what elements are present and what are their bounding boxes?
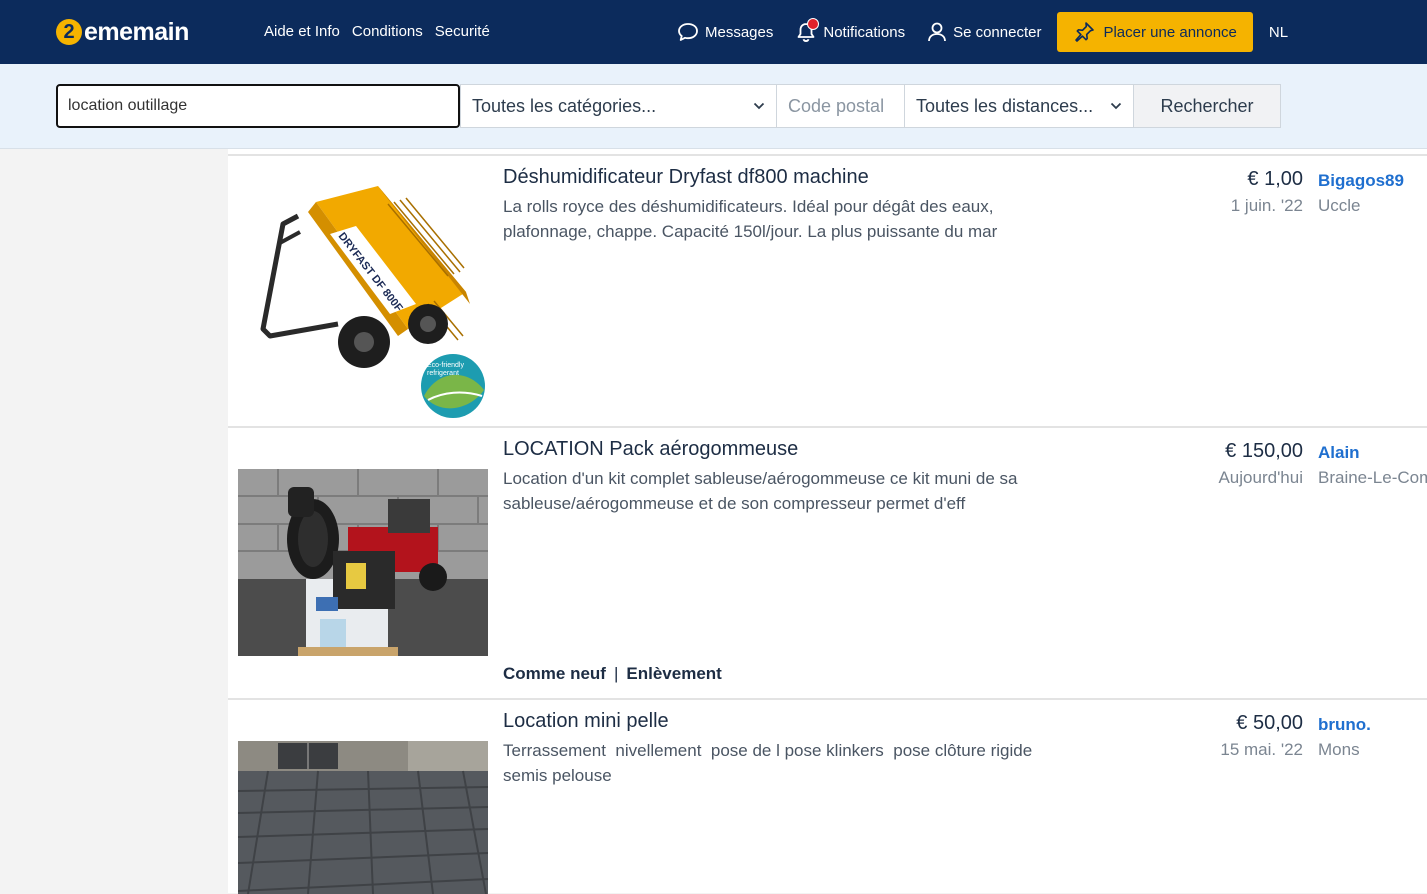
dehumidifier-image: DRYFAST DF 800F Eco-friendly refrigerant xyxy=(260,186,485,418)
listing-title[interactable]: LOCATION Pack aérogommeuse xyxy=(503,438,798,461)
site-logo[interactable]: 2 ememain xyxy=(56,15,189,49)
postal-code-placeholder: Code postal xyxy=(788,95,885,116)
aerogommeuse-image xyxy=(238,469,488,656)
listing-title[interactable]: Déshumidificateur Dryfast df800 machine xyxy=(503,166,869,189)
postal-code-input[interactable]: Code postal xyxy=(776,84,905,128)
tag-separator: | xyxy=(613,664,619,683)
notifications-label: Notifications xyxy=(823,23,906,41)
listing-price: € 50,00 xyxy=(1236,712,1303,734)
messages-link[interactable]: Messages xyxy=(677,22,773,42)
listing-location: Braine-Le-Comte xyxy=(1318,468,1427,487)
place-ad-label: Placer une annonce xyxy=(1103,23,1237,41)
listing-description: Terrassement nivellement pose de l pose … xyxy=(503,741,1042,785)
listing-tags: Comme neuf | Enlèvement xyxy=(503,664,722,684)
listing-image-mini-pelle[interactable] xyxy=(238,741,488,894)
search-button[interactable]: Rechercher xyxy=(1133,84,1281,128)
category-select[interactable]: Toutes les catégories... xyxy=(460,84,777,128)
listing-price: € 150,00 xyxy=(1225,440,1303,462)
left-sidebar xyxy=(0,149,228,893)
user-icon xyxy=(928,22,946,42)
listing-location: Uccle xyxy=(1318,196,1361,215)
language-switch[interactable]: NL xyxy=(1269,24,1288,41)
listing-card-mini-pelle[interactable]: Location mini pelle Terrassement nivelle… xyxy=(228,699,1427,894)
listing-seller[interactable]: bruno. xyxy=(1318,715,1371,735)
nav-security[interactable]: Securité xyxy=(435,23,490,40)
listing-date: Aujourd'hui xyxy=(1218,468,1303,487)
pin-icon xyxy=(1075,22,1095,42)
listing-description: Location d'un kit complet sableuse/aérog… xyxy=(503,469,1018,513)
logo-mark: 2 xyxy=(56,19,82,45)
bell-icon xyxy=(795,18,820,43)
category-select-value: Toutes les catégories... xyxy=(472,95,657,116)
nav-links: Aide et Info Conditions Securité xyxy=(264,23,490,40)
notifications-link[interactable]: Notifications xyxy=(795,18,906,43)
login-link[interactable]: Se connecter xyxy=(927,21,1041,43)
listing-title[interactable]: Location mini pelle xyxy=(503,710,669,733)
listing-seller[interactable]: Bigagos89 xyxy=(1318,171,1404,191)
tag-delivery: Enlèvement xyxy=(626,664,722,683)
listing-card-aerogommeuse[interactable]: LOCATION Pack aérogommeuse Location d'un… xyxy=(228,427,1427,699)
distance-select[interactable]: Toutes les distances... xyxy=(904,84,1134,128)
eco-badge-line2: refrigerant xyxy=(427,370,459,377)
listing-price: € 1,00 xyxy=(1247,168,1303,190)
listing-seller[interactable]: Alain xyxy=(1318,443,1360,463)
nav-right: Messages Notifications Se connecter Plac… xyxy=(677,0,1288,64)
listing-list: DRYFAST DF 800F Eco-friendly refrigerant… xyxy=(228,149,1427,894)
logo-text: ememain xyxy=(84,17,189,46)
eco-badge-line1: Eco-friendly xyxy=(427,362,464,369)
messages-label: Messages xyxy=(705,23,774,41)
distance-select-value: Toutes les distances... xyxy=(916,95,1094,116)
listing-location: Mons xyxy=(1318,740,1360,759)
nav-conditions[interactable]: Conditions xyxy=(352,23,423,40)
listing-image-aerogommeuse[interactable] xyxy=(238,469,488,656)
top-navbar: 2 ememain Aide et Info Conditions Securi… xyxy=(0,0,1427,64)
listing-description: La rolls royce des déshumidificateurs. I… xyxy=(503,197,998,241)
chevron-down-icon xyxy=(753,102,765,110)
search-bar: Toutes les catégories... Code postal Tou… xyxy=(0,64,1427,149)
nav-help[interactable]: Aide et Info xyxy=(264,23,340,40)
tag-condition: Comme neuf xyxy=(503,664,606,683)
chat-bubble-icon xyxy=(678,23,698,41)
listing-date: 15 mai. '22 xyxy=(1220,740,1303,759)
notification-dot xyxy=(807,18,820,30)
listing-image-dehumidifier[interactable]: DRYFAST DF 800F Eco-friendly refrigerant xyxy=(238,164,488,420)
chevron-down-icon xyxy=(1110,102,1122,110)
search-input[interactable] xyxy=(56,84,460,128)
place-ad-button[interactable]: Placer une annonce xyxy=(1057,12,1253,52)
login-label: Se connecter xyxy=(953,23,1042,41)
listing-card-dehumidifier[interactable]: DRYFAST DF 800F Eco-friendly refrigerant… xyxy=(228,155,1427,427)
listing-date: 1 juin. '22 xyxy=(1230,196,1303,215)
paving-image xyxy=(238,741,488,894)
